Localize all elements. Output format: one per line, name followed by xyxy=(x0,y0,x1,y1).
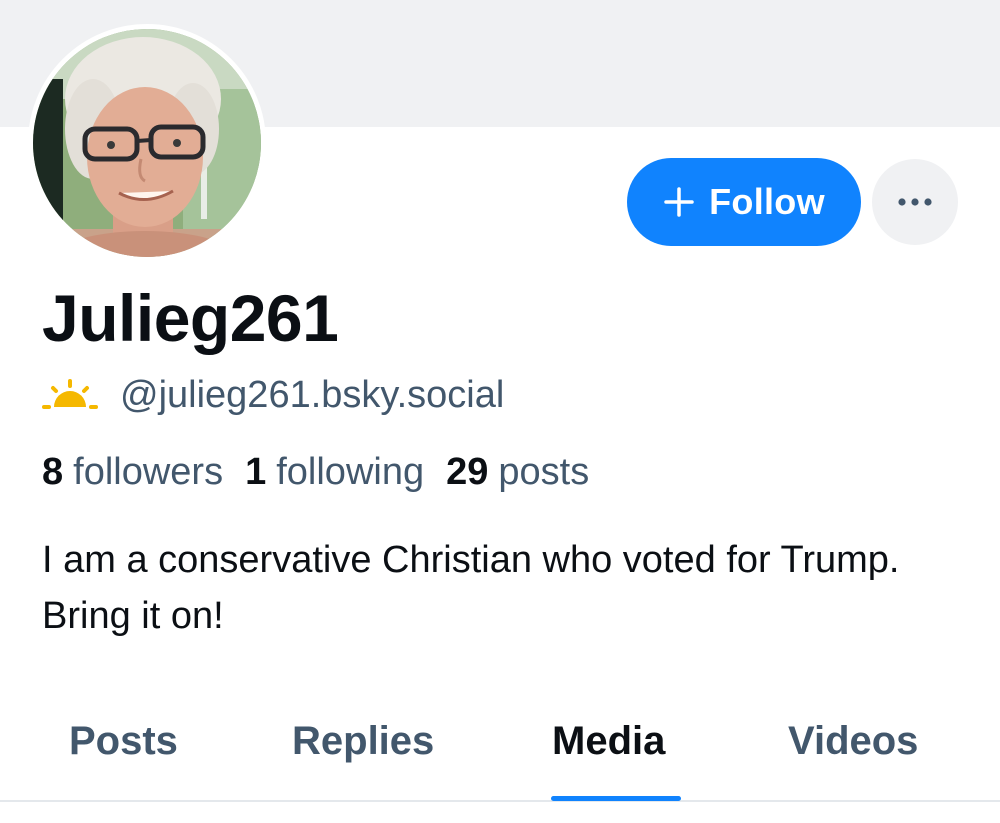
profile-stats: 8 followers 1 following 29 posts xyxy=(42,449,611,495)
display-name: Julieg261 xyxy=(42,281,339,355)
more-options-button[interactable] xyxy=(872,159,958,245)
tab-replies[interactable]: Replies xyxy=(292,714,434,768)
posts-stat: 29 posts xyxy=(446,451,589,494)
sun-icon xyxy=(42,379,98,409)
tab-posts[interactable]: Posts xyxy=(69,714,178,768)
follow-button-label: Follow xyxy=(709,181,825,222)
following-stat[interactable]: 1 following xyxy=(245,451,424,494)
posts-count: 29 xyxy=(446,450,489,493)
following-label: following xyxy=(276,450,425,493)
tab-media[interactable]: Media xyxy=(552,714,665,768)
profile-bio: I am a conservative Christian who voted … xyxy=(42,539,900,637)
avatar[interactable] xyxy=(28,24,266,262)
tab-videos[interactable]: Videos xyxy=(788,714,918,768)
profile-handle: @julieg261.bsky.social xyxy=(120,373,505,416)
plus-icon xyxy=(664,187,694,217)
followers-stat[interactable]: 8 followers xyxy=(42,451,223,494)
following-count: 1 xyxy=(245,450,267,493)
handle-row: @julieg261.bsky.social xyxy=(42,372,504,418)
followers-label: followers xyxy=(73,450,224,493)
follow-button[interactable]: Follow xyxy=(627,158,861,246)
posts-label: posts xyxy=(498,450,590,493)
followers-count: 8 xyxy=(42,450,64,493)
ellipsis-icon xyxy=(898,198,932,206)
active-tab-indicator xyxy=(551,796,681,801)
avatar-photo xyxy=(33,29,261,257)
profile-page: Follow Julieg261 @julieg261.bsky.social … xyxy=(0,0,1000,823)
profile-tabs: Posts Replies Media Videos xyxy=(0,700,1000,802)
